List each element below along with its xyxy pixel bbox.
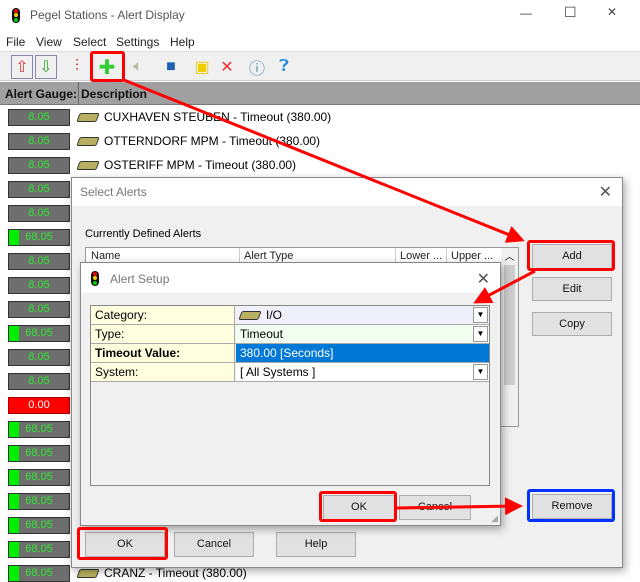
- arrow-to-remove: [396, 497, 523, 516]
- annotation-arrows: [123, 78, 536, 516]
- arrow-to-category: [473, 269, 536, 304]
- arrow-to-add: [123, 78, 525, 243]
